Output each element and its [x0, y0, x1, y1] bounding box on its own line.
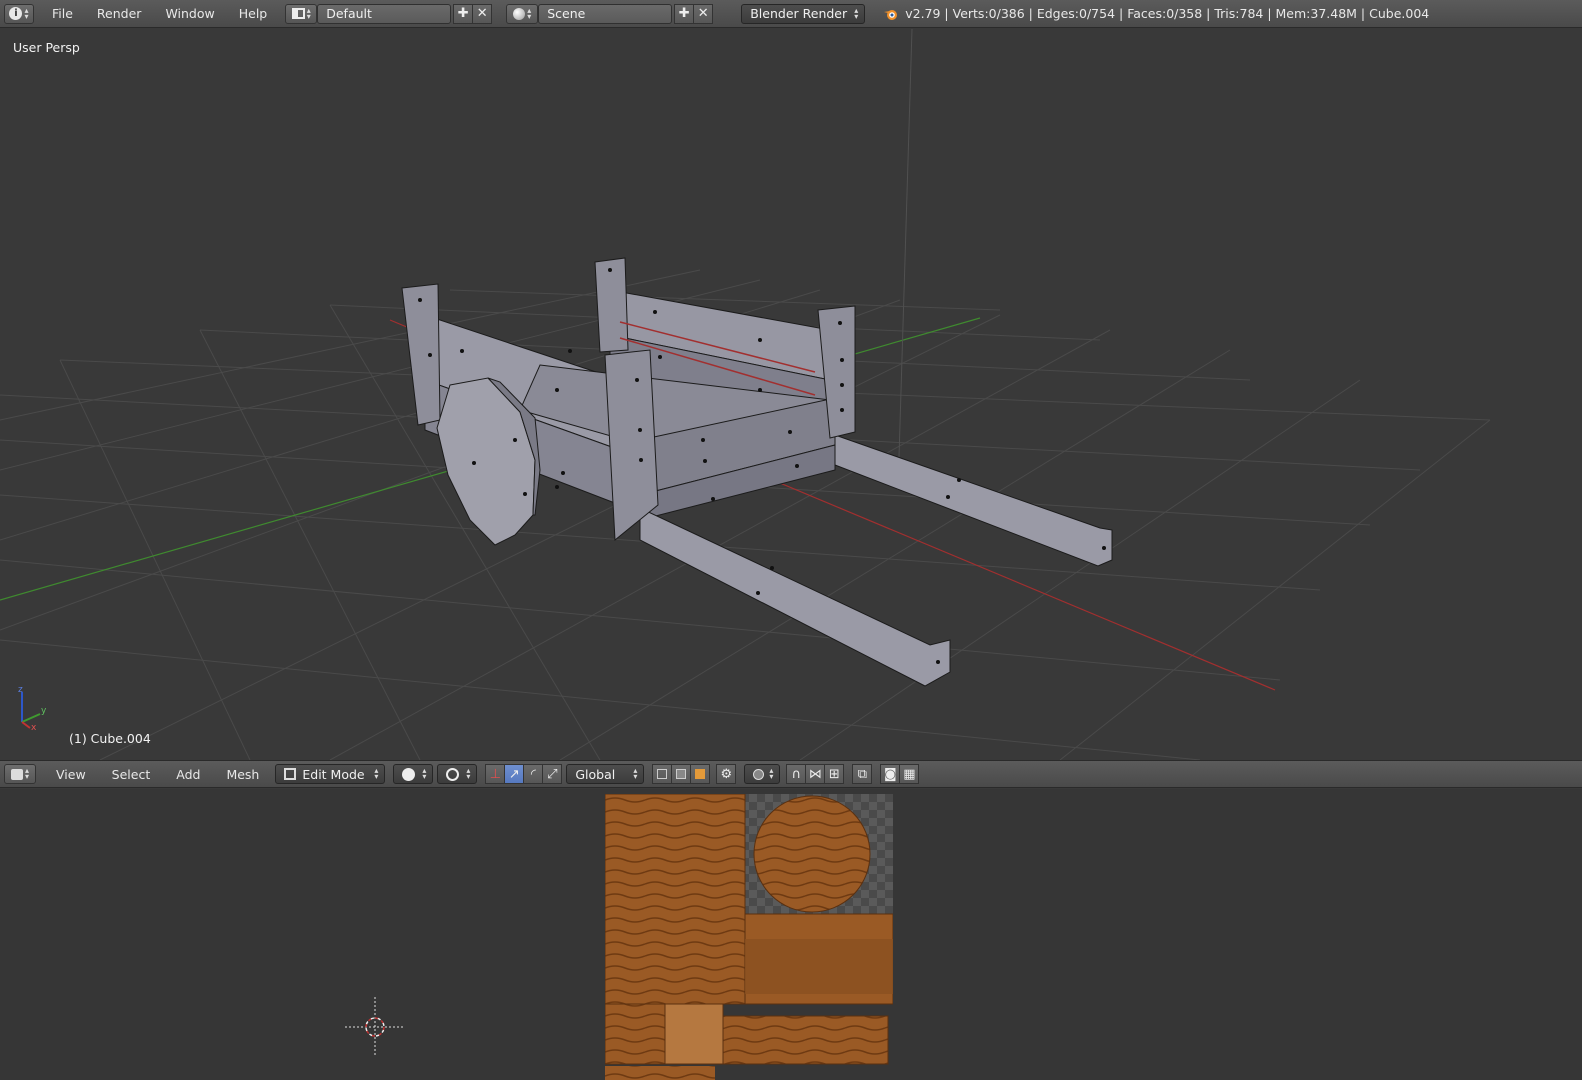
rotate-icon: ◜	[530, 766, 536, 782]
face-select-button[interactable]	[690, 764, 711, 784]
arrow-icon: ↗	[508, 766, 520, 782]
updown-icon: ▴ ▾	[374, 766, 379, 781]
scene-icon	[513, 7, 526, 20]
vertex-select-icon	[657, 769, 668, 779]
menu-select[interactable]: Select	[102, 767, 161, 782]
render-image-icon: ⧉	[857, 766, 867, 782]
viewport-header: ▴ ▾ View Select Add Mesh Edit Mode ▴ ▾ ▴ ▾ …	[0, 760, 1582, 788]
camera-render-button[interactable]: ◙	[880, 764, 901, 784]
snap-target-button[interactable]: ⊞	[824, 764, 845, 784]
edge-select-button[interactable]	[671, 764, 692, 784]
z-axis-line	[897, 29, 913, 491]
magnet-icon: ∩	[791, 766, 802, 782]
updown-icon: ▴ ▾	[854, 5, 859, 21]
vertex-select-button[interactable]	[652, 764, 673, 784]
mode-label: Edit Mode	[302, 766, 365, 782]
mode-dropdown[interactable]: Edit Mode ▴ ▾	[275, 764, 386, 784]
top-info-bar: i ▴ ▾ File Render Window Help ▴ ▾ Default …	[0, 0, 1582, 28]
menu-window[interactable]: Window	[155, 6, 224, 21]
screen-layout-field[interactable]: Default	[317, 3, 452, 24]
orientation-dropdown[interactable]: Global ▴ ▾	[566, 764, 645, 784]
updown-icon: ▴ ▾	[466, 766, 471, 781]
remove-scene-button[interactable]: ✕	[693, 3, 714, 24]
manipulator-toggle[interactable]: ⊥	[485, 764, 506, 784]
scene-button[interactable]: ▴ ▾	[506, 3, 539, 24]
plus-icon: ✚	[678, 6, 690, 21]
limit-selection-button[interactable]: ⚙	[716, 764, 737, 784]
proportional-edit-dropdown[interactable]: ▴ ▾	[744, 764, 781, 784]
menu-view[interactable]: View	[46, 767, 96, 782]
remove-screen-button[interactable]: ✕	[472, 3, 493, 24]
scale-manipulator[interactable]: ⤢	[542, 764, 563, 784]
screen-layout-button[interactable]: ▴ ▾	[285, 3, 318, 24]
viewport-scene	[0, 29, 1491, 760]
wood-texture-image	[605, 794, 893, 1080]
render-engine-dropdown[interactable]: Blender Render ▴ ▾	[741, 3, 866, 24]
add-screen-button[interactable]: ✚	[453, 3, 474, 24]
updown-icon: ▴ ▾	[769, 766, 774, 781]
scene-stats: v2.79 | Verts:0/386 | Edges:0/754 | Face…	[905, 6, 1430, 21]
updown-icon: ▴ ▾	[306, 5, 311, 21]
camera-icon: ◙	[884, 766, 897, 782]
snap-element-button[interactable]: ⋈	[805, 764, 826, 784]
2d-cursor-icon[interactable]	[345, 997, 405, 1057]
render-engine-label: Blender Render	[750, 6, 848, 21]
updown-icon: ▴ ▾	[422, 766, 427, 781]
menu-mesh[interactable]: Mesh	[216, 767, 269, 782]
viewport-shading-dropdown[interactable]: ▴ ▾	[393, 764, 434, 784]
info-editor-button[interactable]: i ▴ ▾	[4, 3, 34, 24]
proportional-edit-icon	[753, 768, 765, 780]
edge-select-icon	[676, 769, 687, 779]
updown-icon: ▴ ▾	[527, 5, 532, 21]
clapper-icon: ▦	[903, 766, 916, 782]
solid-shading-icon	[402, 767, 416, 781]
3d-viewport[interactable]: User Persp z y x (1) Cube.004	[0, 29, 1582, 760]
uv-image-editor[interactable]	[0, 789, 1582, 1080]
axis-label-y: y	[41, 706, 47, 716]
menu-file[interactable]: File	[42, 6, 83, 21]
active-object-label: (1) Cube.004	[69, 731, 151, 746]
editor-type-button[interactable]: ▴ ▾	[4, 764, 36, 784]
blender-logo-icon	[883, 7, 899, 21]
edit-mode-icon	[284, 768, 297, 780]
menu-add[interactable]: Add	[166, 767, 210, 782]
updown-icon: ▴ ▾	[633, 766, 638, 781]
pivot-point-icon	[446, 767, 460, 781]
view-label: User Persp	[13, 40, 80, 55]
translate-manipulator[interactable]: ↗	[504, 764, 525, 784]
updown-icon: ▴ ▾	[24, 5, 29, 21]
opengl-render-button[interactable]: ⧉	[852, 764, 873, 784]
editor-type-3d-icon	[10, 768, 23, 780]
pivot-point-dropdown[interactable]: ▴ ▾	[437, 764, 478, 784]
limit-selection-icon: ⚙	[720, 766, 733, 782]
screen-layout-icon	[291, 8, 305, 19]
axis-label-x: x	[31, 723, 37, 733]
render-animation-button[interactable]: ▦	[899, 764, 920, 784]
rotate-manipulator[interactable]: ◜	[523, 764, 544, 784]
face-select-icon	[695, 769, 706, 779]
cart-mesh	[401, 257, 1113, 687]
info-icon: i	[9, 7, 23, 20]
snap-target-icon: ⊞	[828, 766, 840, 782]
axis-label-z: z	[18, 685, 23, 695]
scale-icon: ⤢	[547, 766, 558, 782]
plus-icon: ✚	[457, 6, 469, 21]
menu-render[interactable]: Render	[87, 6, 152, 21]
manipulator-icon: ⊥	[489, 766, 502, 782]
close-icon: ✕	[697, 6, 709, 21]
menu-help[interactable]: Help	[229, 6, 278, 21]
add-scene-button[interactable]: ✚	[674, 3, 695, 24]
snap-toggle[interactable]: ∩	[786, 764, 807, 784]
close-icon: ✕	[476, 6, 488, 21]
orientation-label: Global	[575, 766, 616, 782]
updown-icon: ▴ ▾	[24, 766, 29, 781]
snap-element-icon: ⋈	[808, 766, 822, 782]
scene-field[interactable]: Scene	[538, 3, 673, 24]
